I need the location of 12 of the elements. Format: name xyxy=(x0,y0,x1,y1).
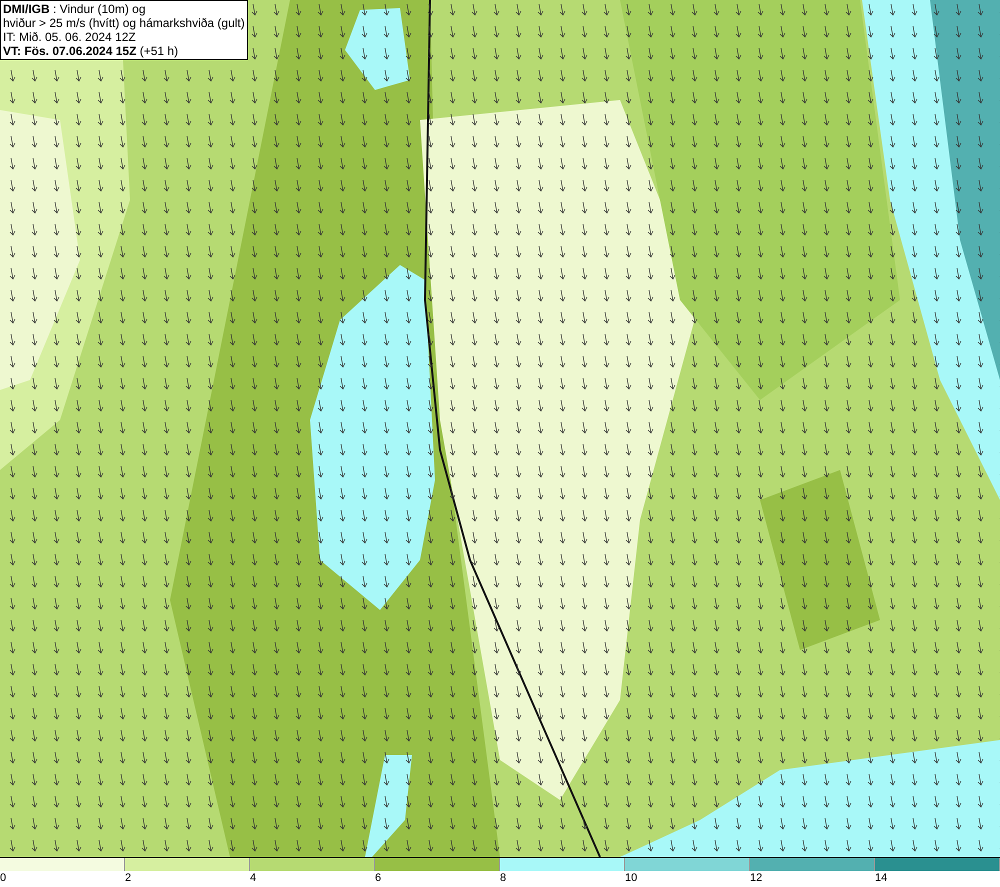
legend-label: 14 xyxy=(875,871,888,885)
chart-title-line: VT: Fös. 07.06.2024 15Z (+51 h) xyxy=(3,44,180,58)
chart-title-line: IT: Mið. 05. 06. 2024 12Z xyxy=(3,30,137,44)
legend-label: 10 xyxy=(625,871,638,885)
legend-label: 6 xyxy=(375,871,382,885)
legend-label: 4 xyxy=(250,871,256,885)
chart-title-line: hviður > 25 m/s (hvítt) og hámarkshviða (gult) xyxy=(3,16,245,30)
legend-label: 12 xyxy=(750,871,762,885)
chart-title-line: DMI/IGB : Vindur (10m) og xyxy=(3,2,146,16)
legend-label: 0 xyxy=(0,871,6,885)
legend-label: 2 xyxy=(125,871,132,885)
legend-label: 8 xyxy=(500,871,506,885)
